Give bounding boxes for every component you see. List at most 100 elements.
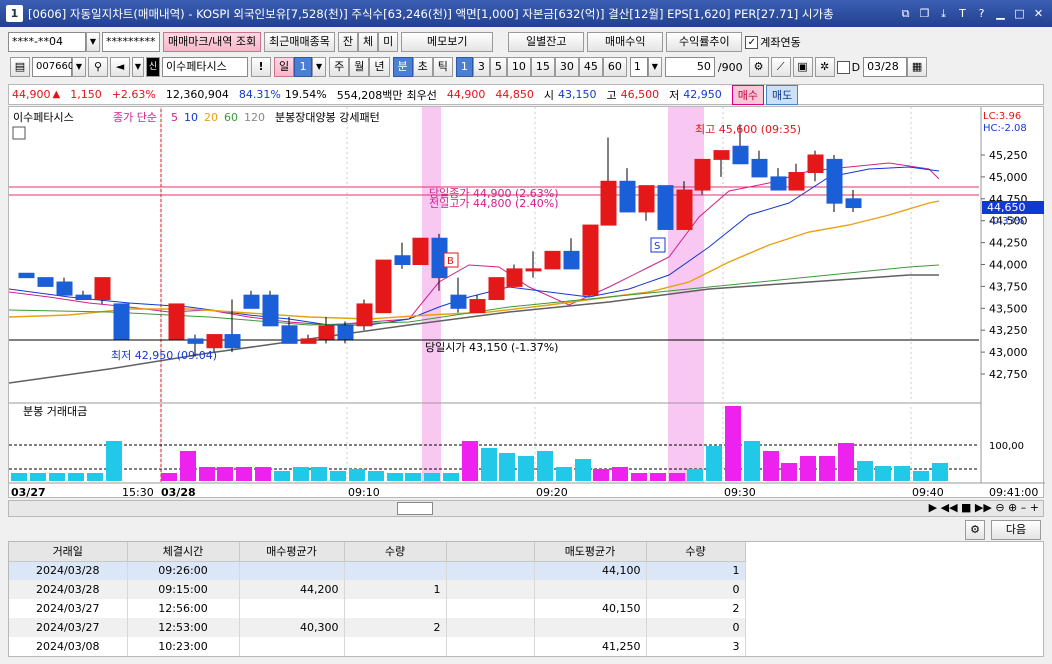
- restore-icon[interactable]: ❐: [917, 6, 932, 21]
- count-input[interactable]: 50: [664, 57, 715, 77]
- table-row[interactable]: 2024/03/08 10:23:00 41,250 3: [9, 637, 746, 656]
- period-5-button[interactable]: 5: [489, 57, 507, 77]
- table-row[interactable]: 2024/03/28 09:26:00 44,100 1: [9, 561, 746, 580]
- grid-toggle-icon[interactable]: [12, 126, 26, 140]
- table-row[interactable]: 2024/03/27 12:53:00 40,300 2 0: [9, 618, 746, 637]
- draw-tool-icon[interactable]: ⟋: [770, 57, 791, 77]
- gear-icon[interactable]: ✲: [814, 57, 835, 77]
- account-input[interactable]: ****-**04: [8, 32, 86, 52]
- alert-button[interactable]: !: [251, 57, 271, 77]
- date-input[interactable]: 03/28: [863, 57, 908, 77]
- daily-dropdown-icon[interactable]: ▼: [312, 57, 327, 77]
- table-cell: 2024/03/28: [9, 580, 128, 599]
- period-45-button[interactable]: 45: [578, 57, 603, 77]
- period-3-button[interactable]: 3: [472, 57, 490, 77]
- date-checkbox[interactable]: [836, 60, 850, 74]
- second-button[interactable]: 초: [412, 57, 433, 77]
- recent-trades-button[interactable]: 최근매매종목: [264, 32, 335, 52]
- filled-button[interactable]: 체: [358, 32, 379, 52]
- table-cell: 40,300: [239, 618, 345, 637]
- candle-body: [544, 250, 561, 270]
- monthly-button[interactable]: 월: [349, 57, 370, 77]
- daily-balance-button[interactable]: 일별잔고: [508, 32, 585, 52]
- period-input[interactable]: 1: [629, 57, 648, 77]
- stock-code-input[interactable]: 007660: [32, 57, 74, 77]
- account-dropdown-icon[interactable]: ▼: [86, 32, 100, 52]
- period-1-button[interactable]: 1: [455, 57, 473, 77]
- col-buy-avg[interactable]: 매수평균가: [239, 542, 345, 562]
- price-chart[interactable]: 이수페타시스 종가 단순 5 10 20 60 120 분봉장대양봉 강세패턴 …: [8, 106, 1045, 499]
- table-row[interactable]: 2024/03/27 12:56:00 40,150 2: [9, 599, 746, 618]
- memo-button[interactable]: 메모보기: [401, 32, 494, 52]
- indicator-icon[interactable]: ⚙: [748, 57, 769, 77]
- col-empty[interactable]: [446, 542, 535, 562]
- period-dropdown-icon[interactable]: ▼: [647, 57, 662, 77]
- minute-button[interactable]: 분: [392, 57, 413, 77]
- hc-label: HC:-2.08: [983, 123, 1027, 134]
- font-icon[interactable]: T: [955, 6, 970, 21]
- candle-body: [94, 277, 111, 301]
- candle-body: [732, 145, 749, 165]
- candle-body: [56, 281, 73, 296]
- period-15-button[interactable]: 15: [530, 57, 555, 77]
- weekly-button[interactable]: 주: [329, 57, 350, 77]
- window-title: [0606] 자동일지차트(매매내역) - KOSPI 외국인보유[7,528(…: [28, 6, 834, 21]
- pin-icon[interactable]: ⤓: [936, 6, 951, 21]
- trade-history-grid[interactable]: 거래일 체결시간 매수평균가 수량 매도평균가 수량 2024/03/28 09:…: [8, 541, 1044, 657]
- mark-query-button[interactable]: 매매마크/내역 조회: [163, 32, 262, 52]
- chart-scrollbar[interactable]: ▶ ◀◀ ■ ▶▶ ⊖ ⊕ – +: [8, 500, 1044, 517]
- col-time[interactable]: 체결시간: [127, 542, 240, 562]
- period-10-button[interactable]: 10: [506, 57, 531, 77]
- sound-dropdown-icon[interactable]: ▼: [132, 57, 144, 77]
- count-max: /900: [717, 60, 743, 74]
- chart-settings-icon[interactable]: ▤: [10, 57, 30, 77]
- help-icon[interactable]: ?: [974, 6, 989, 21]
- volume-bar: [311, 467, 327, 481]
- yearly-button[interactable]: 년: [369, 57, 390, 77]
- daily-num-button[interactable]: 1: [294, 57, 313, 77]
- table-cell: [534, 580, 647, 599]
- grid-settings-icon[interactable]: ⚙: [965, 520, 985, 540]
- tick-button[interactable]: 틱: [432, 57, 453, 77]
- volume-rate: 84.31%: [238, 88, 281, 101]
- volume-bar: [781, 463, 797, 481]
- table-cell: 10:23:00: [127, 637, 240, 656]
- link-icon[interactable]: ⧉: [898, 6, 913, 21]
- calendar-icon[interactable]: ▦: [907, 57, 928, 77]
- unfilled-button[interactable]: 미: [378, 32, 399, 52]
- table-row[interactable]: 2024/03/28 09:15:00 44,200 1 0: [9, 580, 746, 599]
- table-cell: [446, 618, 535, 637]
- search-icon[interactable]: ⚲: [88, 57, 108, 77]
- daily-button[interactable]: 일: [274, 57, 295, 77]
- candle-chart-svg[interactable]: 이수페타시스 종가 단순 5 10 20 60 120 분봉장대양봉 강세패턴 …: [8, 107, 1045, 499]
- col-sell-avg[interactable]: 매도평균가: [534, 542, 647, 562]
- volume-bar: [405, 473, 421, 481]
- period-60-button[interactable]: 60: [602, 57, 627, 77]
- save-icon[interactable]: ▣: [792, 57, 813, 77]
- volume-bar: [650, 473, 666, 481]
- period-30-button[interactable]: 30: [554, 57, 579, 77]
- high-price: 46,500: [620, 88, 660, 101]
- scroll-thumb[interactable]: [397, 502, 433, 515]
- col-buy-qty[interactable]: 수량: [344, 542, 447, 562]
- password-input[interactable]: *********: [102, 32, 160, 52]
- current-price-label: 44,650: [987, 201, 1026, 214]
- return-trend-button[interactable]: 수익률추이: [666, 32, 743, 52]
- sell-button[interactable]: 매도: [766, 84, 799, 105]
- close-icon[interactable]: ✕: [1031, 6, 1046, 21]
- maximize-icon[interactable]: □: [1012, 6, 1027, 21]
- col-sell-qty[interactable]: 수량: [646, 542, 746, 562]
- scroll-tools[interactable]: ▶ ◀◀ ■ ▶▶ ⊖ ⊕ – +: [929, 501, 1039, 514]
- minimize-icon[interactable]: ▁: [993, 6, 1008, 21]
- balance-button[interactable]: 잔: [337, 32, 359, 52]
- code-dropdown-icon[interactable]: ▼: [72, 57, 86, 77]
- buy-button[interactable]: 매수: [731, 84, 764, 105]
- table-cell: [239, 637, 345, 656]
- next-button[interactable]: 다음: [991, 520, 1041, 540]
- volume-bar: [706, 446, 722, 481]
- account-link-checkbox[interactable]: ✓ 계좌연동: [745, 34, 801, 50]
- sound-icon[interactable]: ◄: [110, 57, 130, 77]
- col-date[interactable]: 거래일: [9, 542, 128, 562]
- candle-body: [469, 299, 486, 314]
- trade-profit-button[interactable]: 매매수익: [587, 32, 664, 52]
